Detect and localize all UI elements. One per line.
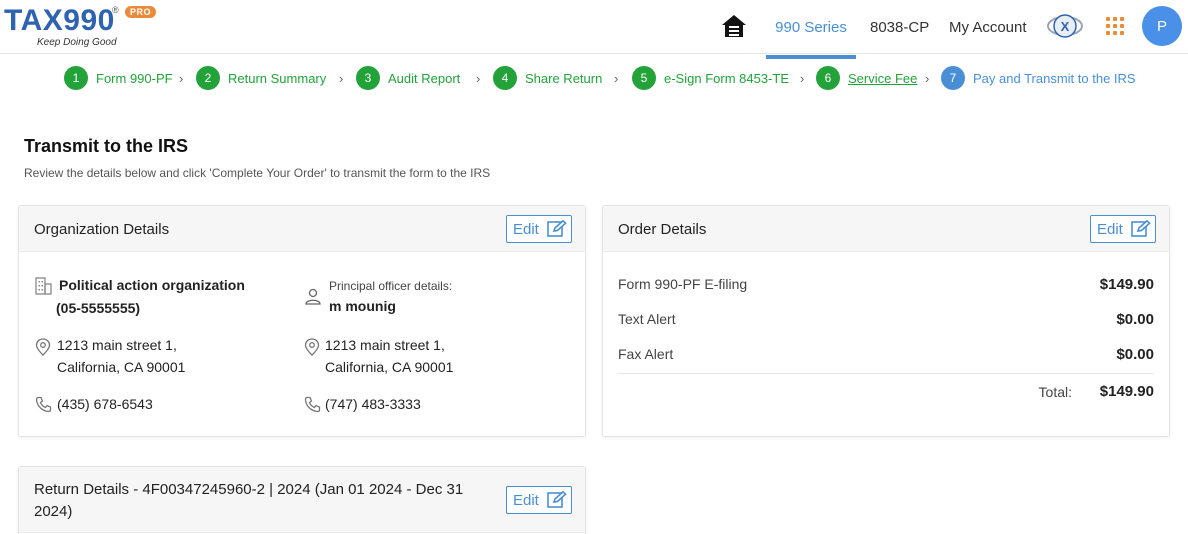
step-pay-and-transmit[interactable]: 7 Pay and Transmit to the IRS bbox=[941, 62, 1136, 94]
step-label: Share Return bbox=[525, 70, 603, 86]
tax990-logo[interactable]: TAX990 ® PRO Keep Doing Good bbox=[4, 3, 164, 49]
principal-officer-label: Principal officer details: bbox=[329, 279, 453, 293]
person-icon bbox=[305, 288, 321, 305]
step-label: Audit Report bbox=[388, 70, 461, 86]
nav-8038-cp[interactable]: 8038-CP bbox=[870, 0, 929, 54]
card-title: Organization Details bbox=[34, 221, 170, 238]
edit-return-button[interactable]: Edit bbox=[506, 486, 572, 514]
phone-icon bbox=[35, 396, 52, 413]
step-number: 5 bbox=[632, 66, 656, 90]
organization-address-line2: California, CA 90001 bbox=[57, 359, 186, 375]
step-service-fee[interactable]: 6 Service Fee bbox=[816, 62, 917, 94]
order-divider bbox=[618, 373, 1154, 374]
return-details-card: Return Details - 4F00347245960-2 | 2024 … bbox=[18, 466, 586, 534]
organization-details-card: Organization Details Edit Political acti… bbox=[18, 205, 586, 437]
chevron-right-icon: › bbox=[179, 71, 184, 86]
nav-990-series[interactable]: 990 Series bbox=[766, 0, 856, 54]
progress-stepper: 1 Form 990-PF › 2 Return Summary › 3 Aud… bbox=[0, 62, 1188, 94]
card-header: Return Details - 4F00347245960-2 | 2024 … bbox=[19, 467, 585, 533]
chevron-right-icon: › bbox=[800, 71, 805, 86]
step-return-summary[interactable]: 2 Return Summary bbox=[196, 62, 326, 94]
logo-wordmark: TAX990 bbox=[4, 4, 115, 37]
step-share-return[interactable]: 4 Share Return bbox=[493, 62, 602, 94]
nav-my-account[interactable]: My Account bbox=[949, 0, 1027, 54]
officer-address-line1: 1213 main street 1, bbox=[325, 337, 445, 353]
order-item-label: Text Alert bbox=[618, 311, 676, 327]
apps-grid-icon[interactable] bbox=[1106, 17, 1124, 35]
step-number: 7 bbox=[941, 66, 965, 90]
order-item-label: Form 990-PF E-filing bbox=[618, 276, 748, 292]
step-number: 3 bbox=[356, 66, 380, 90]
order-line-item: Fax Alert $0.00 bbox=[618, 346, 1154, 368]
card-title: Order Details bbox=[618, 221, 707, 238]
order-total-value: $149.90 bbox=[1099, 383, 1154, 400]
step-number: 4 bbox=[493, 66, 517, 90]
chevron-right-icon: › bbox=[925, 71, 930, 86]
home-icon[interactable] bbox=[720, 12, 748, 40]
card-title: Return Details - 4F00347245960-2 | 2024 … bbox=[34, 481, 464, 520]
order-item-price: $0.00 bbox=[1116, 311, 1154, 328]
organization-address-line1: 1213 main street 1, bbox=[57, 337, 177, 353]
step-label: e-Sign Form 8453-TE bbox=[664, 70, 789, 86]
building-icon bbox=[35, 277, 52, 295]
organization-name: Political action organization bbox=[59, 277, 245, 293]
pro-badge: PRO bbox=[125, 6, 157, 18]
svg-text:X: X bbox=[1061, 19, 1070, 34]
location-pin-icon bbox=[35, 338, 51, 356]
organization-ein: (05-5555555) bbox=[56, 300, 141, 316]
order-line-item: Text Alert $0.00 bbox=[618, 311, 1154, 333]
principal-officer-name: m mounig bbox=[329, 298, 396, 314]
step-label: Form 990-PF bbox=[96, 70, 173, 86]
logo-tagline: Keep Doing Good bbox=[37, 37, 117, 48]
top-header: TAX990 ® PRO Keep Doing Good 990 Series … bbox=[0, 0, 1188, 54]
order-item-price: $0.00 bbox=[1116, 346, 1154, 363]
phone-icon bbox=[304, 396, 321, 413]
order-line-item: Form 990-PF E-filing $149.90 bbox=[618, 276, 1154, 298]
card-header: Organization Details Edit bbox=[19, 206, 585, 252]
order-total-label: Total: bbox=[1038, 384, 1072, 400]
edit-organization-button[interactable]: Edit bbox=[506, 215, 572, 243]
step-number: 1 bbox=[64, 66, 88, 90]
chevron-right-icon: › bbox=[614, 71, 619, 86]
edit-label: Edit bbox=[513, 491, 539, 509]
step-number: 2 bbox=[196, 66, 220, 90]
officer-phone: (747) 483-3333 bbox=[325, 396, 421, 412]
edit-label: Edit bbox=[1097, 220, 1123, 238]
edit-icon bbox=[1131, 220, 1151, 237]
logo-registered-mark: ® bbox=[112, 5, 119, 15]
step-label: Return Summary bbox=[228, 70, 327, 86]
step-label: Pay and Transmit to the IRS bbox=[973, 70, 1136, 86]
chevron-right-icon: › bbox=[476, 71, 481, 86]
order-item-price: $149.90 bbox=[1099, 276, 1154, 293]
x-product-logo-icon[interactable]: X bbox=[1046, 8, 1084, 44]
step-label: Service Fee bbox=[848, 70, 918, 86]
edit-order-button[interactable]: Edit bbox=[1090, 215, 1156, 243]
edit-icon bbox=[547, 220, 567, 237]
page-title: Transmit to the IRS bbox=[24, 136, 189, 156]
step-form-990-pf[interactable]: 1 Form 990-PF bbox=[64, 62, 173, 94]
order-details-card: Order Details Edit Form 990-PF E-filing … bbox=[602, 205, 1170, 437]
location-pin-icon bbox=[304, 338, 320, 356]
edit-label: Edit bbox=[513, 220, 539, 238]
order-item-label: Fax Alert bbox=[618, 346, 674, 362]
organization-phone: (435) 678-6543 bbox=[57, 396, 153, 412]
step-esign-8453-te[interactable]: 5 e-Sign Form 8453-TE bbox=[632, 62, 789, 94]
active-nav-indicator bbox=[766, 55, 856, 59]
step-number: 6 bbox=[816, 66, 840, 90]
officer-address-line2: California, CA 90001 bbox=[325, 359, 454, 375]
edit-icon bbox=[547, 491, 567, 508]
chevron-right-icon: › bbox=[339, 71, 344, 86]
user-avatar[interactable]: P bbox=[1142, 6, 1182, 46]
page-subtitle: Review the details below and click 'Comp… bbox=[24, 166, 491, 180]
card-header: Order Details Edit bbox=[603, 206, 1169, 252]
step-audit-report[interactable]: 3 Audit Report bbox=[356, 62, 460, 94]
